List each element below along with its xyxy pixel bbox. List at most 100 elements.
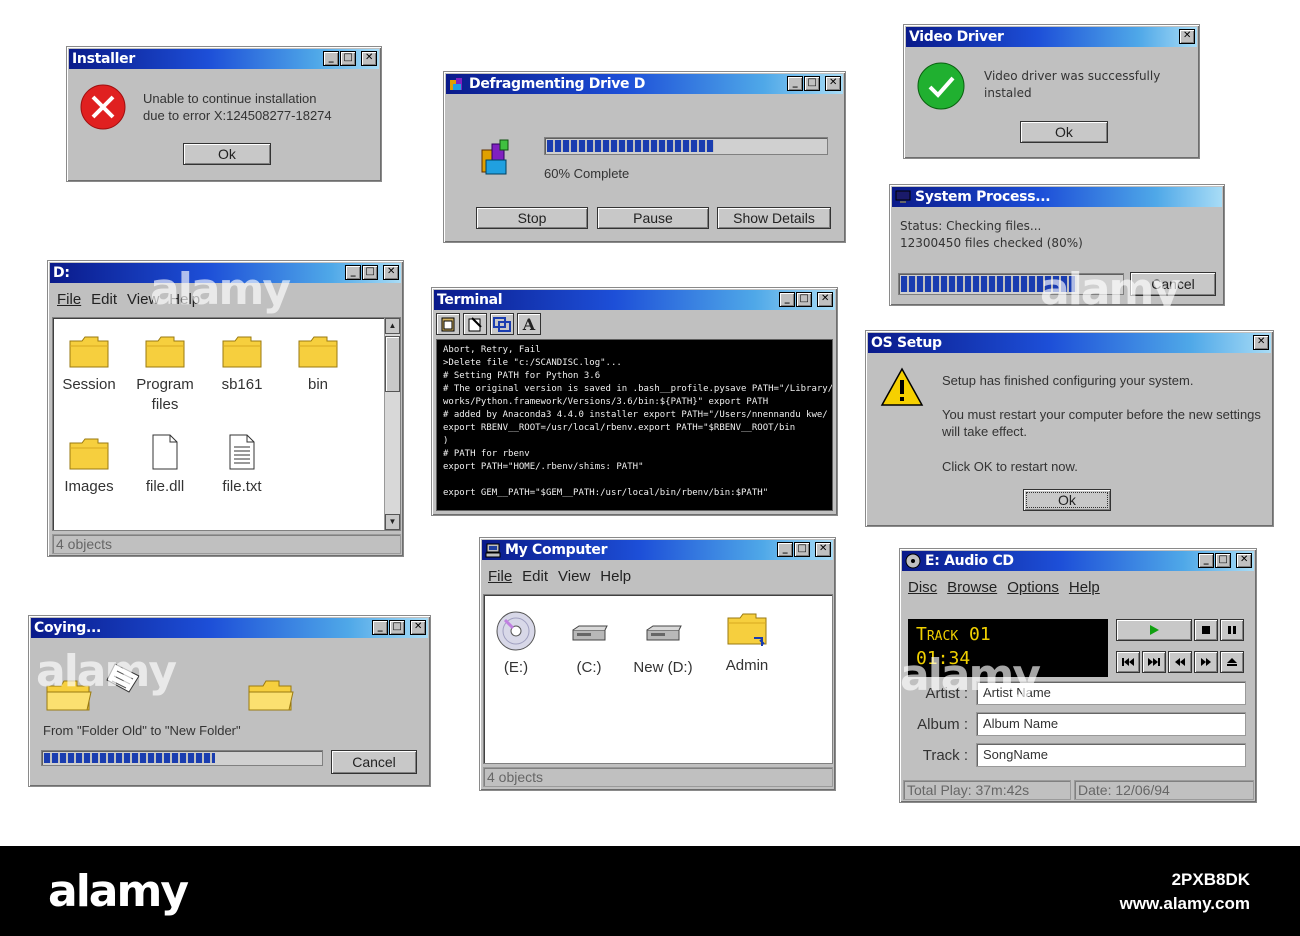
defrag-titlebar[interactable]: Defragmenting Drive D _ □ ✕ — [446, 74, 843, 94]
audio-cd-title: E: Audio CD — [925, 553, 1014, 569]
minimize-button[interactable]: _ — [345, 265, 361, 280]
close-button[interactable]: ✕ — [825, 76, 841, 91]
folder-item[interactable]: sb161 — [203, 335, 281, 395]
copying-titlebar[interactable]: Coying... _ □ ✕ — [31, 618, 428, 638]
ok-button[interactable]: Ok — [1023, 489, 1111, 511]
menu-view[interactable]: View — [558, 568, 590, 585]
close-button[interactable]: ✕ — [817, 292, 833, 307]
terminal-line: >Delete file "c:/SCANDISC.log"... — [443, 358, 622, 368]
scroll-down-button[interactable]: ▼ — [385, 514, 400, 530]
play-button[interactable] — [1116, 619, 1192, 641]
window-icon[interactable] — [490, 313, 514, 335]
os-setup-titlebar[interactable]: OS Setup ✕ — [868, 333, 1271, 353]
scroll-thumb[interactable] — [385, 336, 400, 392]
properties-icon[interactable] — [463, 313, 487, 335]
maximize-button[interactable]: □ — [796, 292, 812, 307]
stop-button[interactable] — [1194, 619, 1218, 641]
minimize-button[interactable]: _ — [779, 292, 795, 307]
eject-button[interactable] — [1220, 651, 1244, 673]
fast-forward-button[interactable] — [1194, 651, 1218, 673]
computer-icon — [485, 542, 501, 558]
copying-progress-fill — [44, 753, 216, 763]
installer-titlebar[interactable]: Installer _ □ ✕ — [69, 49, 379, 69]
minimize-button[interactable]: _ — [372, 620, 388, 635]
font-icon[interactable]: A — [517, 313, 541, 335]
ok-button[interactable]: Ok — [1020, 121, 1108, 143]
stop-button[interactable]: Stop — [476, 207, 588, 229]
menu-file[interactable]: File — [57, 291, 81, 308]
track-label: Track : — [922, 747, 968, 764]
next-track-button[interactable] — [1142, 651, 1166, 673]
menu-view[interactable]: View — [127, 291, 159, 308]
close-button[interactable]: ✕ — [1179, 29, 1195, 44]
close-button[interactable]: ✕ — [1236, 553, 1252, 568]
drive-item[interactable]: (E:) — [477, 610, 555, 678]
pause-button[interactable] — [1220, 619, 1244, 641]
minimize-button[interactable]: _ — [323, 51, 339, 66]
file-item[interactable]: file.txt — [203, 433, 281, 497]
terminal-title: Terminal — [437, 292, 503, 308]
terminal-output[interactable]: Abort, Retry, Fail >Delete file "c:/SCAN… — [436, 339, 833, 511]
folder-item[interactable]: bin — [279, 335, 357, 395]
my-computer-window: My Computer _ □ ✕ File Edit View Help (E… — [479, 537, 836, 791]
my-computer-statusbar: 4 objects — [483, 767, 833, 787]
file-item[interactable]: file.dll — [126, 433, 204, 497]
eject-icon — [1227, 658, 1237, 666]
ok-button[interactable]: Ok — [183, 143, 271, 165]
video-driver-titlebar[interactable]: Video Driver ✕ — [906, 27, 1197, 47]
menu-help[interactable]: Help — [169, 291, 200, 308]
menu-edit[interactable]: Edit — [91, 291, 117, 308]
menu-help[interactable]: Help — [1069, 579, 1100, 596]
audio-cd-titlebar[interactable]: E: Audio CD _ □ ✕ — [902, 551, 1254, 571]
maximize-button[interactable]: □ — [362, 265, 378, 280]
folder-item[interactable]: Images — [50, 437, 128, 497]
maximize-button[interactable]: □ — [804, 76, 820, 91]
menu-disc[interactable]: Disc — [908, 579, 937, 596]
footer-code: 2PXB8DK www.alamy.com — [1120, 868, 1250, 916]
installer-title: Installer — [72, 51, 135, 67]
menu-help[interactable]: Help — [600, 568, 631, 585]
terminal-titlebar[interactable]: Terminal _ □ ✕ — [434, 290, 835, 310]
system-process-titlebar[interactable]: System Process... — [892, 187, 1222, 207]
close-button[interactable]: ✕ — [815, 542, 831, 557]
menu-file[interactable]: File — [488, 568, 512, 585]
footer-bar: alamy 2PXB8DK www.alamy.com — [0, 846, 1300, 936]
folder-item[interactable]: Admin — [708, 612, 786, 676]
folder-item[interactable]: Program files — [126, 335, 204, 415]
minimize-button[interactable]: _ — [1198, 553, 1214, 568]
previous-track-button[interactable] — [1116, 651, 1140, 673]
close-button[interactable]: ✕ — [383, 265, 399, 280]
track-field[interactable]: SongName — [976, 743, 1246, 767]
maximize-button[interactable]: □ — [1215, 553, 1231, 568]
drive-d-titlebar[interactable]: D: _ □ ✕ — [50, 263, 401, 283]
audio-cd-menubar: Disc Browse Options Help — [908, 579, 1100, 596]
folder-item[interactable]: Session — [50, 335, 128, 395]
cd-player-icon — [905, 553, 921, 569]
maximize-button[interactable]: □ — [794, 542, 810, 557]
my-computer-titlebar[interactable]: My Computer _ □ ✕ — [482, 540, 833, 560]
minimize-button[interactable]: _ — [777, 542, 793, 557]
terminal-line: export RBENV__ROOT=/usr/local/rbenv.expo… — [443, 423, 796, 433]
menu-options[interactable]: Options — [1007, 579, 1059, 596]
artist-field[interactable]: Artist Name — [976, 681, 1246, 705]
maximize-button[interactable]: □ — [389, 620, 405, 635]
rewind-button[interactable] — [1168, 651, 1192, 673]
cancel-button[interactable]: Cancel — [1130, 272, 1216, 296]
drive-item[interactable]: New (D:) — [624, 618, 702, 678]
close-button[interactable]: ✕ — [361, 51, 377, 66]
minimize-button[interactable]: _ — [787, 76, 803, 91]
show-details-button[interactable]: Show Details — [717, 207, 831, 229]
scroll-up-button[interactable]: ▲ — [385, 318, 400, 334]
clipboard-icon[interactable] — [436, 313, 460, 335]
album-field[interactable]: Album Name — [976, 712, 1246, 736]
close-button[interactable]: ✕ — [410, 620, 426, 635]
vertical-scrollbar[interactable]: ▲ ▼ — [384, 318, 400, 530]
maximize-button[interactable]: □ — [340, 51, 356, 66]
track-number-display: Track 01 — [916, 624, 991, 645]
menu-edit[interactable]: Edit — [522, 568, 548, 585]
drive-item[interactable]: (C:) — [550, 618, 628, 678]
pause-button[interactable]: Pause — [597, 207, 709, 229]
cancel-button[interactable]: Cancel — [331, 750, 417, 774]
menu-browse[interactable]: Browse — [947, 579, 997, 596]
close-button[interactable]: ✕ — [1253, 335, 1269, 350]
